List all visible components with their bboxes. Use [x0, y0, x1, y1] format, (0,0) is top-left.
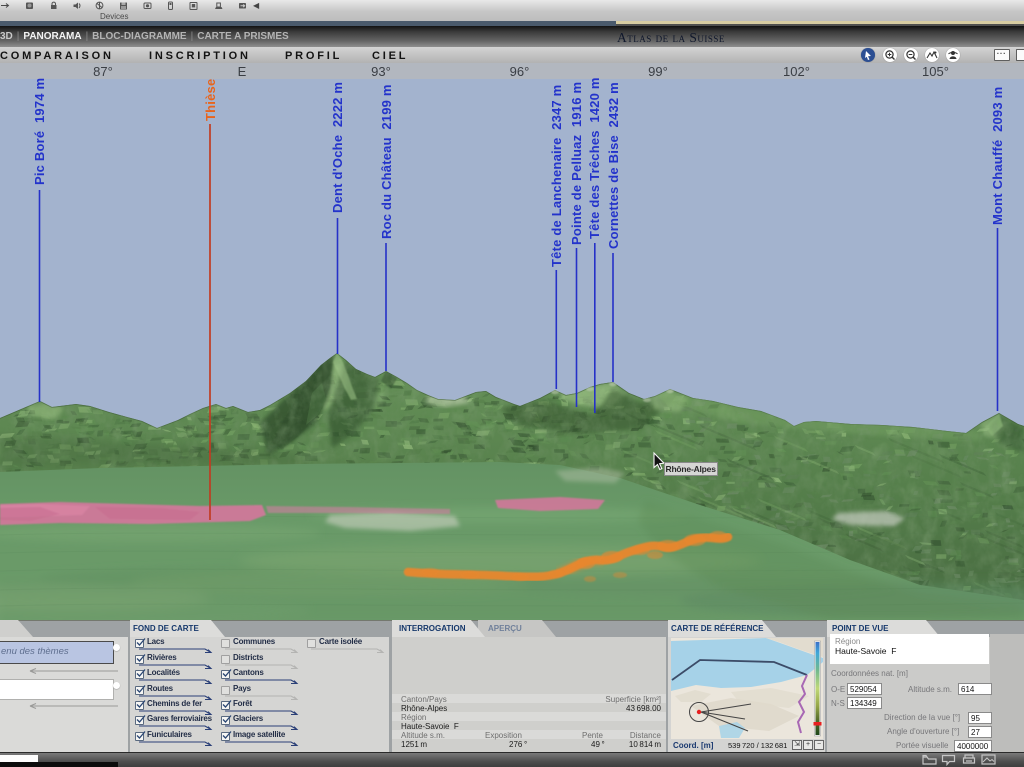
svg-text:105°: 105°: [922, 64, 949, 79]
svg-text:96°: 96°: [510, 64, 530, 79]
svg-text:99°: 99°: [648, 64, 668, 79]
svg-text:102°: 102°: [783, 64, 810, 79]
svg-text:87°: 87°: [93, 64, 113, 79]
svg-text:93°: 93°: [371, 64, 391, 79]
svg-text:E: E: [238, 64, 247, 79]
